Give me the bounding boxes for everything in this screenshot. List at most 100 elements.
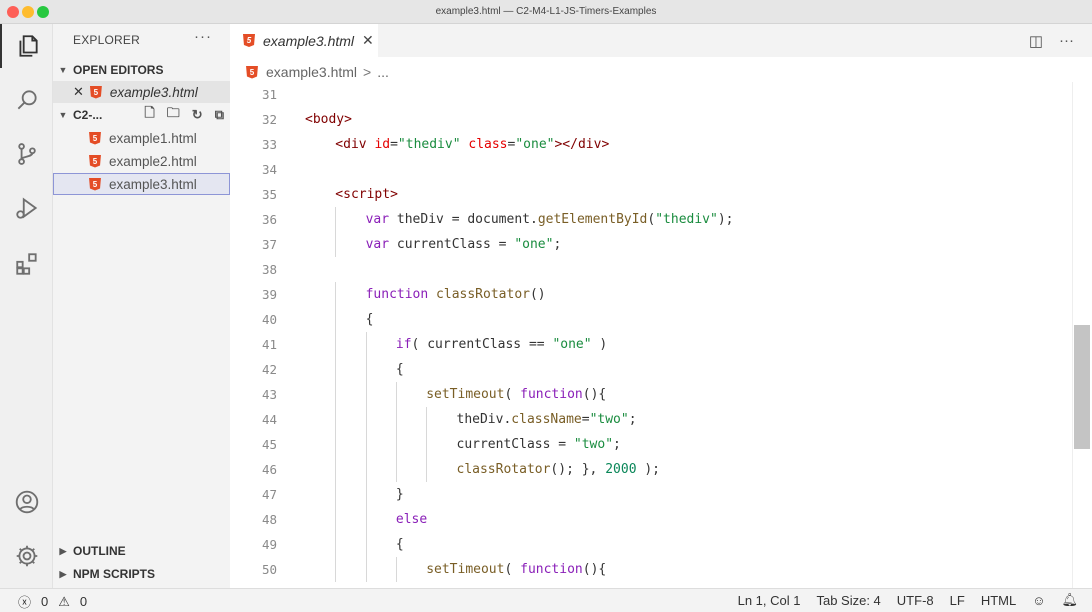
warning-count: 0 bbox=[79, 594, 88, 609]
code-token: setTimeout bbox=[426, 562, 505, 577]
run-debug-icon[interactable] bbox=[0, 186, 53, 230]
code-line[interactable]: 35 <script> bbox=[230, 182, 1072, 207]
indent-guide bbox=[365, 457, 367, 482]
split-editor-icon[interactable]: ◫ bbox=[1029, 32, 1043, 50]
indent-guide bbox=[395, 382, 397, 407]
close-icon[interactable]: ✕ bbox=[362, 32, 374, 49]
file-item-example2[interactable]: 5 example2.html bbox=[53, 150, 230, 172]
code-line[interactable]: 39 function classRotator() bbox=[230, 282, 1072, 307]
code-line[interactable]: 48 else bbox=[230, 507, 1072, 532]
indent-guide bbox=[335, 232, 337, 257]
code-token: classRotator bbox=[436, 287, 530, 302]
code-token: function bbox=[365, 287, 437, 302]
code-line[interactable]: 44 theDiv.className="two"; bbox=[230, 407, 1072, 432]
indent-guide bbox=[335, 332, 337, 357]
breadcrumb-separator: > bbox=[363, 64, 372, 80]
indent-guide bbox=[335, 432, 337, 457]
more-actions-icon[interactable]: ··· bbox=[1059, 32, 1074, 49]
code-line[interactable]: 45 currentClass = "two"; bbox=[230, 432, 1072, 457]
code-line[interactable]: 36 var theDiv = document.getElementById("… bbox=[230, 207, 1072, 232]
code-text: if( currentClass == "one" ) bbox=[396, 337, 607, 352]
code-line[interactable]: 50 setTimeout( function(){ bbox=[230, 557, 1072, 582]
account-icon[interactable] bbox=[0, 480, 53, 524]
code-token: { bbox=[395, 537, 404, 552]
code-token: getElementById bbox=[537, 212, 648, 227]
vertical-scrollbar[interactable] bbox=[1072, 82, 1092, 588]
code-line[interactable]: 41 if( currentClass == "one" ) bbox=[230, 332, 1072, 357]
breadcrumb-more[interactable]: ... bbox=[377, 64, 389, 80]
file-item-example3[interactable]: 5 example3.html bbox=[53, 173, 230, 195]
extensions-icon[interactable] bbox=[0, 242, 53, 286]
problems-indicator[interactable]: ⓧ 0 ⚠ 0 bbox=[18, 592, 87, 611]
explorer-sidebar: EXPLORER ··· ▼ OPEN EDITORS ✕ 5 example3… bbox=[53, 24, 230, 588]
code-token: class bbox=[468, 137, 508, 152]
code-token: ( bbox=[504, 562, 521, 577]
code-line[interactable]: 33 <div id="thediv" class="one"></div> bbox=[230, 132, 1072, 157]
encoding[interactable]: UTF-8 bbox=[897, 593, 934, 608]
refresh-icon[interactable]: ↻ bbox=[192, 107, 203, 123]
indent-guide bbox=[395, 432, 397, 457]
indent-guide bbox=[335, 457, 337, 482]
breadcrumb-file[interactable]: example3.html bbox=[266, 64, 357, 80]
notifications-icon[interactable]: 🔔︎ bbox=[1061, 592, 1078, 608]
line-number: 42 bbox=[261, 362, 277, 377]
search-icon[interactable] bbox=[0, 78, 53, 122]
scrollbar-thumb[interactable] bbox=[1074, 325, 1090, 449]
code-line[interactable]: 42 { bbox=[230, 357, 1072, 382]
tab-example3[interactable]: 5 example3.html ✕ bbox=[230, 24, 378, 57]
line-number: 45 bbox=[261, 437, 277, 452]
source-control-icon[interactable] bbox=[0, 132, 53, 176]
code-line[interactable]: 49 { bbox=[230, 532, 1072, 557]
code-token: } bbox=[395, 487, 404, 502]
cursor-position[interactable]: Ln 1, Col 1 bbox=[738, 593, 801, 608]
new-folder-icon[interactable]: 🗀 bbox=[167, 104, 180, 126]
code-token: (){ bbox=[582, 562, 607, 577]
code-text: <div id="thediv" class="one"></div> bbox=[335, 137, 609, 152]
code-token: "one" bbox=[514, 237, 554, 252]
file-item-example1[interactable]: 5 example1.html bbox=[53, 127, 230, 149]
code-text: { bbox=[366, 312, 374, 327]
code-editor[interactable]: 31 32 <body> 33 <div id="thediv" class="one"… bbox=[230, 82, 1072, 588]
code-line[interactable]: 37 var currentClass = "one"; bbox=[230, 232, 1072, 257]
language-mode[interactable]: HTML bbox=[981, 593, 1016, 608]
open-editor-item[interactable]: ✕ 5 example3.html bbox=[53, 81, 230, 103]
html5-icon: 5 bbox=[246, 65, 258, 79]
code-line[interactable]: 32 <body> bbox=[230, 107, 1072, 132]
html5-icon: 5 bbox=[243, 34, 255, 47]
line-number: 38 bbox=[261, 262, 277, 277]
collapse-all-icon[interactable]: ⧉ bbox=[215, 107, 224, 123]
code-text: <body> bbox=[305, 112, 352, 127]
gear-icon[interactable] bbox=[0, 534, 53, 578]
new-file-icon[interactable]: 🗋 bbox=[144, 104, 154, 126]
code-line[interactable]: 34 bbox=[230, 157, 1072, 182]
code-token: "two" bbox=[589, 412, 629, 427]
npm-scripts-section[interactable]: ▶ NPM SCRIPTS bbox=[53, 563, 230, 585]
chevron-right-icon: ▶ bbox=[59, 545, 67, 556]
explorer-more-actions-icon[interactable]: ··· bbox=[194, 28, 212, 45]
close-icon[interactable]: ✕ bbox=[73, 84, 84, 100]
indent-guide bbox=[365, 357, 367, 382]
code-token: ); bbox=[636, 462, 661, 477]
outline-section[interactable]: ▶ OUTLINE bbox=[53, 540, 230, 562]
code-line[interactable]: 40 { bbox=[230, 307, 1072, 332]
code-token: ) bbox=[591, 337, 608, 352]
tab-size[interactable]: Tab Size: 4 bbox=[816, 593, 880, 608]
end-of-line[interactable]: LF bbox=[950, 593, 965, 608]
code-line[interactable]: 47} bbox=[230, 482, 1072, 507]
breadcrumb: 5 example3.html > ... bbox=[246, 62, 389, 82]
code-text: function classRotator() bbox=[366, 287, 546, 302]
code-line[interactable]: 43 setTimeout( function(){ bbox=[230, 382, 1072, 407]
line-number: 33 bbox=[261, 137, 277, 152]
chevron-down-icon: ▼ bbox=[58, 110, 68, 120]
feedback-icon[interactable]: ☺ bbox=[1032, 593, 1045, 608]
open-editors-section[interactable]: ▼ OPEN EDITORS bbox=[53, 59, 230, 81]
explorer-icon[interactable] bbox=[0, 24, 53, 68]
code-line[interactable]: 46 classRotator(); }, 2000 ); bbox=[230, 457, 1072, 482]
code-token: theDiv. bbox=[456, 412, 512, 427]
code-line[interactable]: 38 bbox=[230, 257, 1072, 282]
code-line[interactable]: 31 bbox=[230, 82, 1072, 107]
code-token: className bbox=[511, 412, 582, 427]
code-token: "thediv" bbox=[397, 137, 461, 152]
folder-section[interactable]: ▼ C2-... 🗋 🗀 ↻ ⧉ bbox=[53, 104, 230, 126]
indent-guide bbox=[426, 457, 428, 482]
